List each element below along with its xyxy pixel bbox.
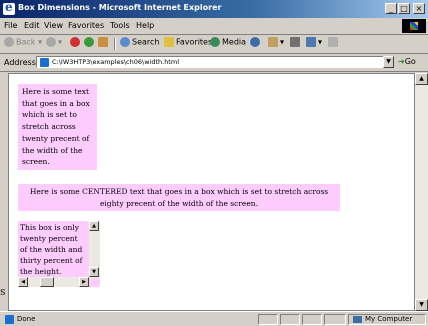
box-scroll-thumb[interactable]	[40, 277, 54, 287]
maximize-button[interactable]: □	[398, 3, 410, 14]
page-icon	[40, 58, 49, 67]
status-bar: Done My Computer	[0, 311, 428, 326]
toolbar: Back ▾ ▾ Search Favorites Media ▾ ▾	[0, 35, 428, 54]
scrolling-box-text: This box is only twenty percent of the w…	[20, 223, 83, 276]
back-button[interactable]: Back ▾	[4, 37, 42, 47]
home-icon	[98, 37, 108, 47]
address-url: C:\IW3HTP3\examples\ch06\width.html	[52, 58, 179, 66]
zone-text: My Computer	[365, 315, 413, 323]
centered-eighty-percent-box: Here is some CENTERED text that goes in …	[18, 184, 340, 211]
edit-icon	[306, 37, 316, 47]
title-bar[interactable]: Box Dimensions - Microsoft Internet Expl…	[0, 0, 428, 18]
media-icon	[210, 37, 220, 47]
status-panel	[302, 314, 322, 325]
toolbar-separator	[114, 38, 116, 50]
status-panel	[258, 314, 278, 325]
menu-favorites[interactable]: Favorites	[68, 21, 104, 30]
address-bar: Address C:\IW3HTP3\examples\ch06\width.h…	[0, 54, 428, 72]
search-button[interactable]: Search	[120, 37, 159, 47]
stop-button[interactable]	[70, 37, 82, 47]
menu-tools[interactable]: Tools	[110, 21, 130, 30]
box-scroll-down-button[interactable]: ▼	[89, 267, 99, 277]
refresh-button[interactable]	[84, 37, 96, 47]
box-scroll-up-button[interactable]: ▲	[89, 221, 99, 231]
twenty-percent-box: Here is some text that goes in a box whi…	[18, 84, 97, 170]
security-zone: My Computer	[348, 314, 426, 325]
go-arrow-icon: ➜	[398, 57, 405, 66]
media-button[interactable]: Media	[210, 37, 246, 47]
box-scroll-right-button[interactable]: ▶	[79, 277, 89, 287]
forward-button[interactable]: ▾	[46, 37, 62, 47]
favorites-star-icon	[164, 37, 174, 47]
home-button[interactable]	[98, 37, 110, 47]
status-text: Done	[17, 315, 36, 323]
scroll-down-button[interactable]: ▼	[415, 299, 428, 311]
minimize-button[interactable]: _	[385, 3, 397, 14]
scroll-up-button[interactable]: ▲	[415, 73, 428, 85]
back-arrow-icon	[4, 37, 14, 47]
address-label: Address	[4, 58, 36, 67]
go-button[interactable]: ➜Go	[398, 57, 416, 66]
window-title: Box Dimensions - Microsoft Internet Expl…	[18, 3, 222, 12]
ie-logo-icon	[3, 0, 15, 15]
box-vertical-scrollbar[interactable]: ▲ ▼	[89, 221, 100, 279]
edit-button[interactable]: ▾	[306, 37, 322, 47]
history-icon	[250, 37, 260, 47]
print-icon	[290, 37, 300, 47]
status-panel	[324, 314, 346, 325]
search-icon	[120, 37, 130, 47]
box-horizontal-scrollbar[interactable]: ◀ ▶	[18, 277, 89, 287]
windows-logo-icon	[402, 19, 426, 33]
margin-text-fragment: S	[0, 288, 6, 297]
page-done-icon	[5, 315, 14, 324]
menu-view[interactable]: View	[44, 21, 63, 30]
window-vertical-scrollbar[interactable]: ▲ ▼	[415, 73, 428, 311]
browser-window: Box Dimensions - Microsoft Internet Expl…	[0, 0, 428, 326]
forward-arrow-icon	[46, 37, 56, 47]
mail-icon	[268, 37, 278, 47]
status-panel	[280, 314, 300, 325]
mail-button[interactable]: ▾	[268, 37, 284, 47]
close-button[interactable]: ×	[413, 3, 425, 14]
discuss-button[interactable]	[328, 37, 340, 47]
menu-bar: File Edit View Favorites Tools Help	[0, 18, 428, 35]
page-content: Here is some text that goes in a box whi…	[8, 73, 415, 311]
discuss-icon	[328, 37, 338, 47]
address-input[interactable]: C:\IW3HTP3\examples\ch06\width.html	[36, 56, 386, 68]
box-scroll-left-button[interactable]: ◀	[18, 277, 28, 287]
computer-icon	[353, 316, 362, 323]
stop-icon	[70, 37, 80, 47]
menu-help[interactable]: Help	[136, 21, 154, 30]
address-dropdown-button[interactable]: ▼	[383, 56, 394, 68]
scrolling-box[interactable]: This box is only twenty percent of the w…	[18, 221, 100, 287]
favorites-button[interactable]: Favorites	[164, 37, 212, 47]
history-button[interactable]	[250, 37, 262, 47]
menu-edit[interactable]: Edit	[24, 21, 40, 30]
menu-file[interactable]: File	[4, 21, 17, 30]
print-button[interactable]	[290, 37, 302, 47]
refresh-icon	[84, 37, 94, 47]
